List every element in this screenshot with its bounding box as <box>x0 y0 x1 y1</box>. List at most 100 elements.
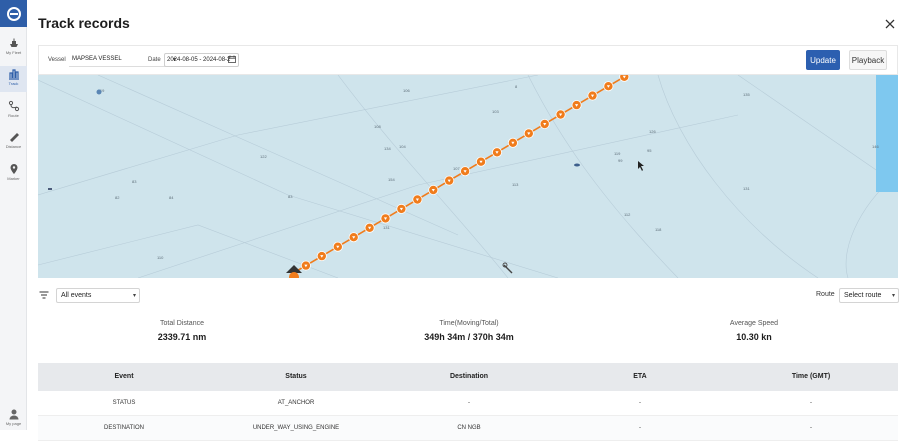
track-stats: Total Distance 2339.71 nm Time(Moving/To… <box>38 312 898 352</box>
events-select-value: All events <box>61 292 92 299</box>
track-waypoint[interactable] <box>380 213 391 224</box>
depth-label: 135 <box>743 92 750 97</box>
calendar-icon[interactable] <box>228 55 236 63</box>
route-select[interactable]: Select route ▾ <box>839 288 899 303</box>
track-waypoint[interactable] <box>348 232 359 243</box>
track-waypoint[interactable] <box>539 119 550 130</box>
vessel-select-value: MAPSEA VESSEL <box>72 56 122 62</box>
chart-icon <box>8 69 19 80</box>
cell-status: AT_ANCHOR <box>277 400 315 406</box>
page-title: Track records <box>38 15 130 31</box>
depth-label: 112 <box>624 212 631 217</box>
cell-destination: CN NGB <box>457 425 481 431</box>
stat-label: Total Distance <box>160 320 204 327</box>
pin-icon <box>10 164 17 174</box>
depth-label: 83 <box>288 194 293 199</box>
vessel-label: Vessel <box>48 57 66 63</box>
sidebar-item-route[interactable]: Route <box>0 98 27 124</box>
stat-value: 10.30 kn <box>736 332 772 342</box>
stat-average-speed: Average Speed 10.30 kn <box>654 320 854 342</box>
cell-eta: - <box>639 425 641 431</box>
table-row[interactable]: DESTINATION UNDER_WAY_USING_ENGINE CN NG… <box>38 416 898 441</box>
track-waypoint[interactable] <box>507 137 518 148</box>
chevron-down-icon: ▾ <box>132 293 136 299</box>
close-icon[interactable] <box>884 18 896 30</box>
highlight-zone <box>876 75 898 192</box>
sidebar-item-my-fleet[interactable]: My Fleet <box>0 35 27 61</box>
sidebar-item-label: Track <box>8 81 19 86</box>
sidebar-item-marker[interactable]: Marker <box>0 161 27 187</box>
depth-label: 99 <box>618 158 623 163</box>
events-select[interactable]: All events ▾ <box>56 288 140 303</box>
sidebar-item-my-page[interactable]: My page <box>0 406 27 432</box>
chevron-down-icon: ▾ <box>891 293 895 299</box>
app-logo[interactable] <box>0 0 27 27</box>
sidebar-item-label: My Fleet <box>5 50 22 55</box>
depth-label: 146 <box>872 144 879 149</box>
track-waypoint[interactable] <box>619 75 630 82</box>
depth-label: 107 <box>453 166 460 171</box>
filter-icon[interactable] <box>39 290 49 300</box>
track-waypoint[interactable] <box>300 260 311 271</box>
track-waypoint[interactable] <box>571 100 582 111</box>
track-waypoint[interactable] <box>603 81 614 92</box>
depth-label: 126 <box>649 129 656 134</box>
sidebar-item-label: My page <box>5 421 22 426</box>
playback-button[interactable]: Playback <box>849 50 887 70</box>
column-header-destination[interactable]: Destination <box>409 373 529 380</box>
map-canvas[interactable]: 119 1068135108103134 104122119958382 841071… <box>38 75 898 278</box>
track-waypoint[interactable] <box>555 109 566 120</box>
ruler-icon <box>9 133 19 142</box>
cell-time: - <box>810 400 812 406</box>
track-waypoint[interactable] <box>475 156 486 167</box>
cell-event: DESTINATION <box>104 425 144 431</box>
column-header-eta[interactable]: ETA <box>580 373 700 380</box>
depth-label: 118 <box>655 227 662 232</box>
track-waypoint[interactable] <box>444 175 455 186</box>
stat-total-distance: Total Distance 2339.71 nm <box>82 320 282 342</box>
depth-label: 154 <box>388 177 395 182</box>
cell-time: - <box>810 425 812 431</box>
date-range-value: 2024-08-05 - 2024-08-2 <box>167 57 231 63</box>
track-waypoint[interactable] <box>491 147 502 158</box>
cell-status: UNDER_WAY_USING_ENGINE <box>252 425 340 431</box>
stat-time: Time(Moving/Total) 349h 34m / 370h 34m <box>369 320 569 342</box>
sidebar-item-track[interactable]: Track <box>0 66 27 92</box>
depth-label: 134 <box>384 146 391 151</box>
vessel-select[interactable]: MAPSEA VESSEL ▾ <box>69 53 179 67</box>
track-waypoint[interactable] <box>396 203 407 214</box>
buoy-marker <box>96 89 102 95</box>
date-label: Date <box>148 57 161 63</box>
sidebar-item-distance[interactable]: Distance <box>0 129 27 155</box>
track-waypoint[interactable] <box>523 128 534 139</box>
track-waypoint[interactable] <box>428 185 439 196</box>
update-button[interactable]: Update <box>806 50 840 70</box>
depth-label: 104 <box>399 144 406 149</box>
depth-label: 119 <box>614 151 621 156</box>
events-table: Event Status Destination ETA Time (GMT) … <box>38 363 898 441</box>
cell-event: STATUS <box>112 400 136 406</box>
track-map[interactable]: 119 106 8 135 108 103 134 104 122 119 95 83 82 84 107 1… <box>38 75 898 278</box>
depth-label: 131 <box>383 225 390 230</box>
track-waypoint[interactable] <box>460 166 471 177</box>
filter-row: All events ▾ Route Select route ▾ <box>38 288 899 304</box>
stat-value: 349h 34m / 370h 34m <box>424 332 514 342</box>
track-waypoint[interactable] <box>587 90 598 101</box>
stat-value: 2339.71 nm <box>157 332 207 342</box>
route-label: Route <box>816 291 835 298</box>
depth-label: 106 <box>403 88 410 93</box>
track-waypoint[interactable] <box>316 251 327 262</box>
sidebar-item-label: Route <box>8 113 19 118</box>
depth-label: 108 <box>374 124 381 129</box>
track-waypoint[interactable] <box>332 241 343 252</box>
track-waypoint[interactable] <box>364 222 375 233</box>
depth-label: 113 <box>512 182 519 187</box>
sidebar: My Fleet Track Route Distance Marker My … <box>0 0 27 430</box>
vessel-marker <box>574 163 580 167</box>
logo-icon <box>6 6 21 21</box>
table-row[interactable]: STATUS AT_ANCHOR - - - <box>38 391 898 416</box>
track-waypoint[interactable] <box>412 194 423 205</box>
column-header-status[interactable]: Status <box>236 373 356 380</box>
column-header-time[interactable]: Time (GMT) <box>751 373 871 380</box>
column-header-event[interactable]: Event <box>64 373 184 380</box>
